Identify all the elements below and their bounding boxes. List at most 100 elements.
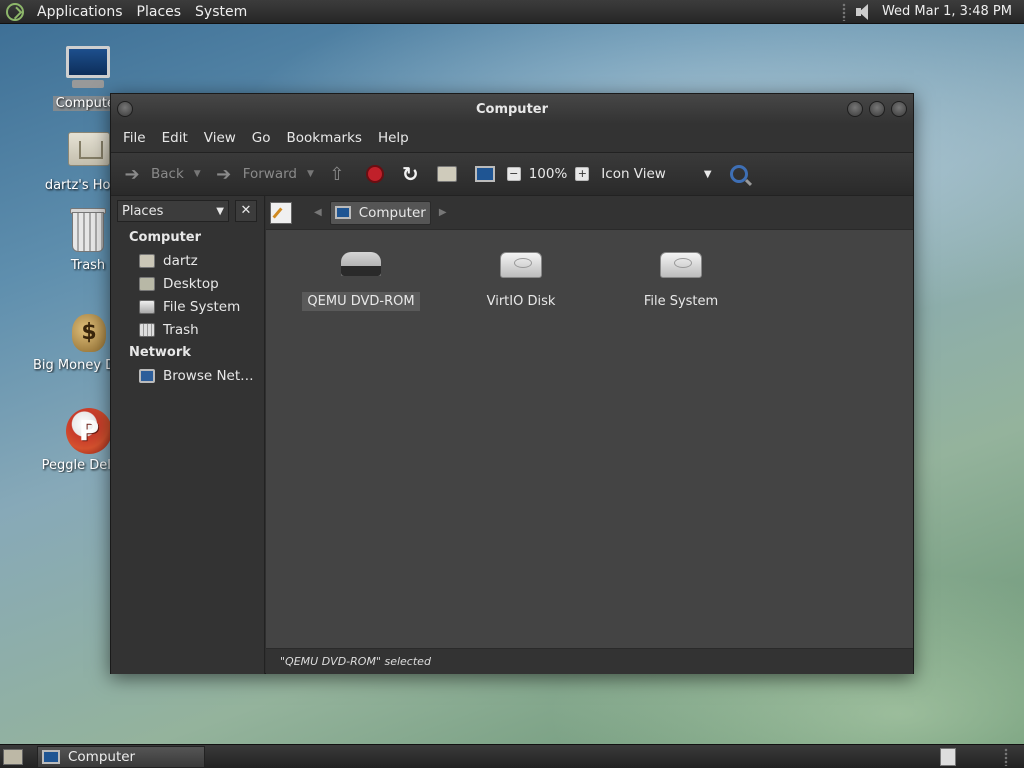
computer-icon [334,206,351,219]
stop-button[interactable] [365,158,384,190]
reload-button[interactable]: ↻ [402,158,419,190]
sidebar-pane-select[interactable]: Places ▼ [117,200,229,222]
money-bag-icon: $ [64,306,112,354]
taskbar-item-label: Computer [68,748,136,765]
back-arrow-icon: ➔ [124,163,140,185]
maximize-button[interactable] [869,101,885,117]
window-titlebar[interactable]: Computer [111,94,913,124]
panel-tray: Wed Mar 1, 3:48 PM [841,0,1024,24]
menu-view[interactable]: View [196,130,244,146]
back-button[interactable]: ➔ Back ▼ [121,158,213,190]
forward-button[interactable]: ➔ Forward ▼ [213,158,326,190]
stop-icon [365,165,384,183]
zoom-in-button[interactable]: + [575,158,590,190]
sidebar-item-browse-network[interactable]: Browse Net… [111,364,264,387]
menu-edit[interactable]: Edit [154,130,196,146]
path-crumb-label: Computer [358,204,426,221]
up-arrow-icon: ⇧ [329,163,345,185]
zoom-level[interactable]: 100% [529,158,568,190]
trash-icon [64,206,112,254]
forward-history-dropdown[interactable]: ▼ [307,169,314,179]
home-folder-icon [139,253,155,268]
taskbar-item-computer[interactable]: Computer [37,745,205,768]
sidebar-item-desktop[interactable]: Desktop [111,272,264,295]
volume-icon[interactable] [854,3,874,21]
sidebar-item-file-system[interactable]: File System [111,295,264,318]
drive-icon [139,299,155,314]
menu-bookmarks[interactable]: Bookmarks [279,130,370,146]
menu-go[interactable]: Go [244,130,279,146]
icon-view[interactable]: QEMU DVD-ROM VirtIO Disk File System [266,230,913,640]
sidebar-close-button[interactable]: ✕ [235,200,257,222]
hard-disk-icon [658,246,704,282]
home-icon [436,166,457,182]
bottom-panel: Computer [0,744,1024,768]
computer-icon [474,166,495,182]
zoom-out-button[interactable]: − [506,158,521,190]
search-button[interactable] [729,158,748,190]
search-icon [729,165,748,183]
up-button[interactable]: ⇧ [326,158,348,190]
path-crumb-computer[interactable]: Computer [329,200,431,225]
location-bar: ◀ Computer ▶ [266,196,913,230]
reload-icon: ↻ [401,162,419,186]
edit-location-icon[interactable] [270,201,292,224]
trash-icon [139,322,155,337]
show-desktop-icon[interactable] [3,748,23,765]
view-mode-select[interactable]: Icon View ▼ [601,158,711,190]
item-label: QEMU DVD-ROM [302,292,420,311]
forward-label: Forward [242,166,297,182]
menu-file[interactable]: File [115,130,154,146]
sidebar-item-label: File System [163,298,241,315]
peggle-icon: P [64,406,112,454]
item-virtio-disk[interactable]: VirtIO Disk [446,246,596,311]
file-manager-window: Computer File Edit View Go Bookmarks Hel… [110,93,914,674]
computer-icon [64,44,112,92]
item-file-system[interactable]: File System [606,246,756,311]
back-label: Back [151,166,184,182]
system-menu[interactable]: System [188,4,254,20]
sidebar-section-network: Network [129,345,191,360]
places-menu[interactable]: Places [130,4,189,20]
menubar: File Edit View Go Bookmarks Help [111,124,913,152]
menu-help[interactable]: Help [370,130,417,146]
back-history-dropdown[interactable]: ▼ [194,169,201,179]
sidebar-item-label: Trash [163,321,199,338]
sidebar: Places ▼ ✕ Computer dartz Desktop File S… [111,196,265,674]
home-button[interactable] [436,158,457,190]
sidebar-item-trash[interactable]: Trash [111,318,264,341]
hard-disk-icon [498,246,544,282]
item-label: File System [643,294,719,309]
desktop-folder-icon [139,276,155,291]
crumb-right-arrow-icon[interactable]: ▶ [439,207,447,218]
status-text: "QEMU DVD-ROM" selected [280,655,431,668]
dvd-drive-icon [338,246,384,282]
panel-handle-icon [841,2,846,21]
item-label: VirtIO Disk [486,294,556,309]
top-panel: Applications Places System Wed Mar 1, 3:… [0,0,1024,24]
network-icon [139,368,155,383]
workspace-switcher[interactable] [940,747,956,766]
close-button[interactable] [891,101,907,117]
sidebar-pane-label: Places [122,203,164,219]
distro-logo-icon[interactable] [6,2,24,21]
forward-arrow-icon: ➔ [216,163,232,185]
content-pane[interactable]: ◀ Computer ▶ QEMU DVD-ROM VirtIO Disk Fi… [266,196,913,674]
sidebar-section-computer: Computer [129,230,202,245]
chevron-down-icon: ▼ [216,205,224,217]
sidebar-item-dartz[interactable]: dartz [111,249,264,272]
zoom-out-icon: − [506,167,521,181]
status-bar: "QEMU DVD-ROM" selected [266,648,913,674]
view-mode-label: Icon View [601,166,666,182]
zoom-in-icon: + [575,167,590,181]
minimize-button[interactable] [847,101,863,117]
window-title: Computer [475,101,549,117]
computer-button[interactable] [474,158,495,190]
panel-handle-icon [1004,748,1008,766]
clock[interactable]: Wed Mar 1, 3:48 PM [882,4,1012,19]
applications-menu[interactable]: Applications [30,4,130,20]
computer-icon [42,749,60,764]
crumb-left-arrow-icon[interactable]: ◀ [314,207,322,218]
item-qemu-dvd-rom[interactable]: QEMU DVD-ROM [286,246,436,311]
home-folder-icon [64,126,112,174]
